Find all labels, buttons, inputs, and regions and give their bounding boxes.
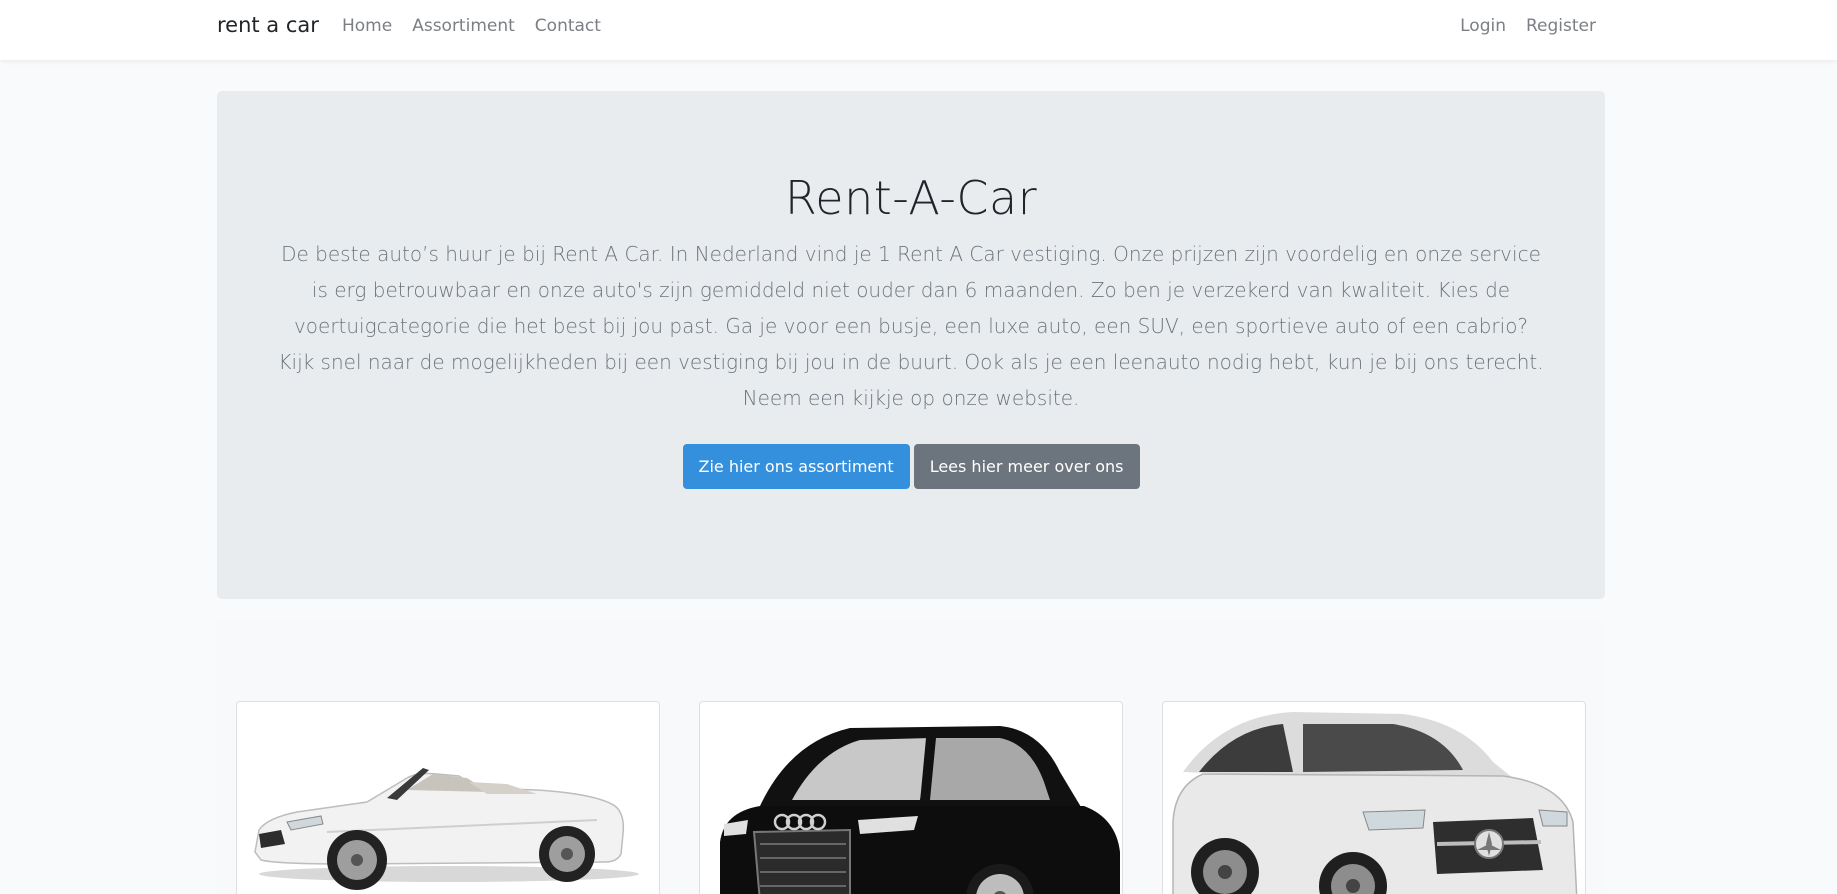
nav-link-home[interactable]: Home bbox=[342, 16, 392, 36]
about-us-button[interactable]: Lees hier meer over ons bbox=[913, 444, 1140, 489]
assortiment-button[interactable]: Zie hier ons assortiment bbox=[682, 444, 910, 489]
nav-left: Home Assortiment Contact bbox=[342, 16, 621, 36]
navbar: rent a car Home Assortiment Contact Logi… bbox=[0, 0, 1837, 60]
white-convertible-car-image bbox=[254, 768, 639, 890]
nav-link-contact[interactable]: Contact bbox=[535, 16, 601, 36]
hero-description: De beste auto’s huur je bij Rent A Car. … bbox=[278, 242, 1544, 410]
nav-link-assortiment[interactable]: Assortiment bbox=[412, 16, 515, 36]
car-cards-section bbox=[217, 620, 1605, 894]
white-suv-coupe-car-image bbox=[1172, 712, 1578, 894]
car-card[interactable] bbox=[699, 701, 1123, 894]
nav-link-login[interactable]: Login bbox=[1460, 16, 1506, 36]
hero-title: Rent-A-Car bbox=[784, 171, 1038, 225]
hero-button-row: Zie hier ons assortiment Lees hier meer … bbox=[217, 444, 1605, 489]
brand-link[interactable]: rent a car bbox=[217, 13, 319, 37]
car-card[interactable] bbox=[1162, 701, 1586, 894]
black-sedan-car-image bbox=[720, 726, 1120, 894]
hero-jumbotron: Rent-A-Car De beste auto’s huur je bij R… bbox=[217, 91, 1605, 599]
nav-right: Login Register bbox=[1440, 16, 1596, 36]
car-card[interactable] bbox=[236, 701, 660, 894]
nav-link-register[interactable]: Register bbox=[1526, 16, 1596, 36]
